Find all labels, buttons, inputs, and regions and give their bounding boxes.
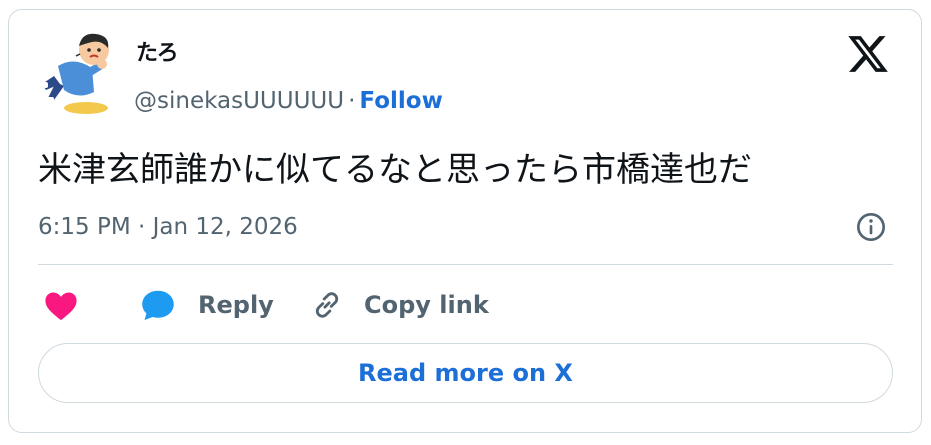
reply-bubble-icon bbox=[142, 290, 174, 320]
reply-label: Reply bbox=[198, 291, 274, 319]
copy-link-button[interactable]: Copy link bbox=[310, 285, 489, 325]
author-handle-row: @sinekasUUUUUU · Follow bbox=[134, 86, 443, 116]
info-icon[interactable] bbox=[855, 211, 887, 243]
read-more-button[interactable]: Read more on X bbox=[38, 343, 893, 403]
tweet-text: 米津玄師誰かに似てるなと思ったら市橋達也だ bbox=[38, 150, 752, 190]
reply-button[interactable]: Reply bbox=[140, 285, 274, 325]
avatar[interactable] bbox=[34, 26, 124, 118]
copy-link-label: Copy link bbox=[364, 291, 489, 319]
heart-icon[interactable] bbox=[44, 290, 78, 322]
divider bbox=[38, 264, 893, 265]
link-icon bbox=[315, 292, 339, 318]
author-handle[interactable]: @sinekasUUUUUU bbox=[134, 88, 344, 114]
author-display-name[interactable]: たろ bbox=[136, 40, 179, 68]
separator-dot: · bbox=[348, 88, 356, 114]
follow-link[interactable]: Follow bbox=[359, 88, 442, 114]
tweet-timestamp[interactable]: 6:15 PM · Jan 12, 2026 bbox=[38, 212, 298, 242]
x-logo-icon[interactable] bbox=[846, 32, 890, 76]
read-more-label: Read more on X bbox=[358, 359, 573, 387]
